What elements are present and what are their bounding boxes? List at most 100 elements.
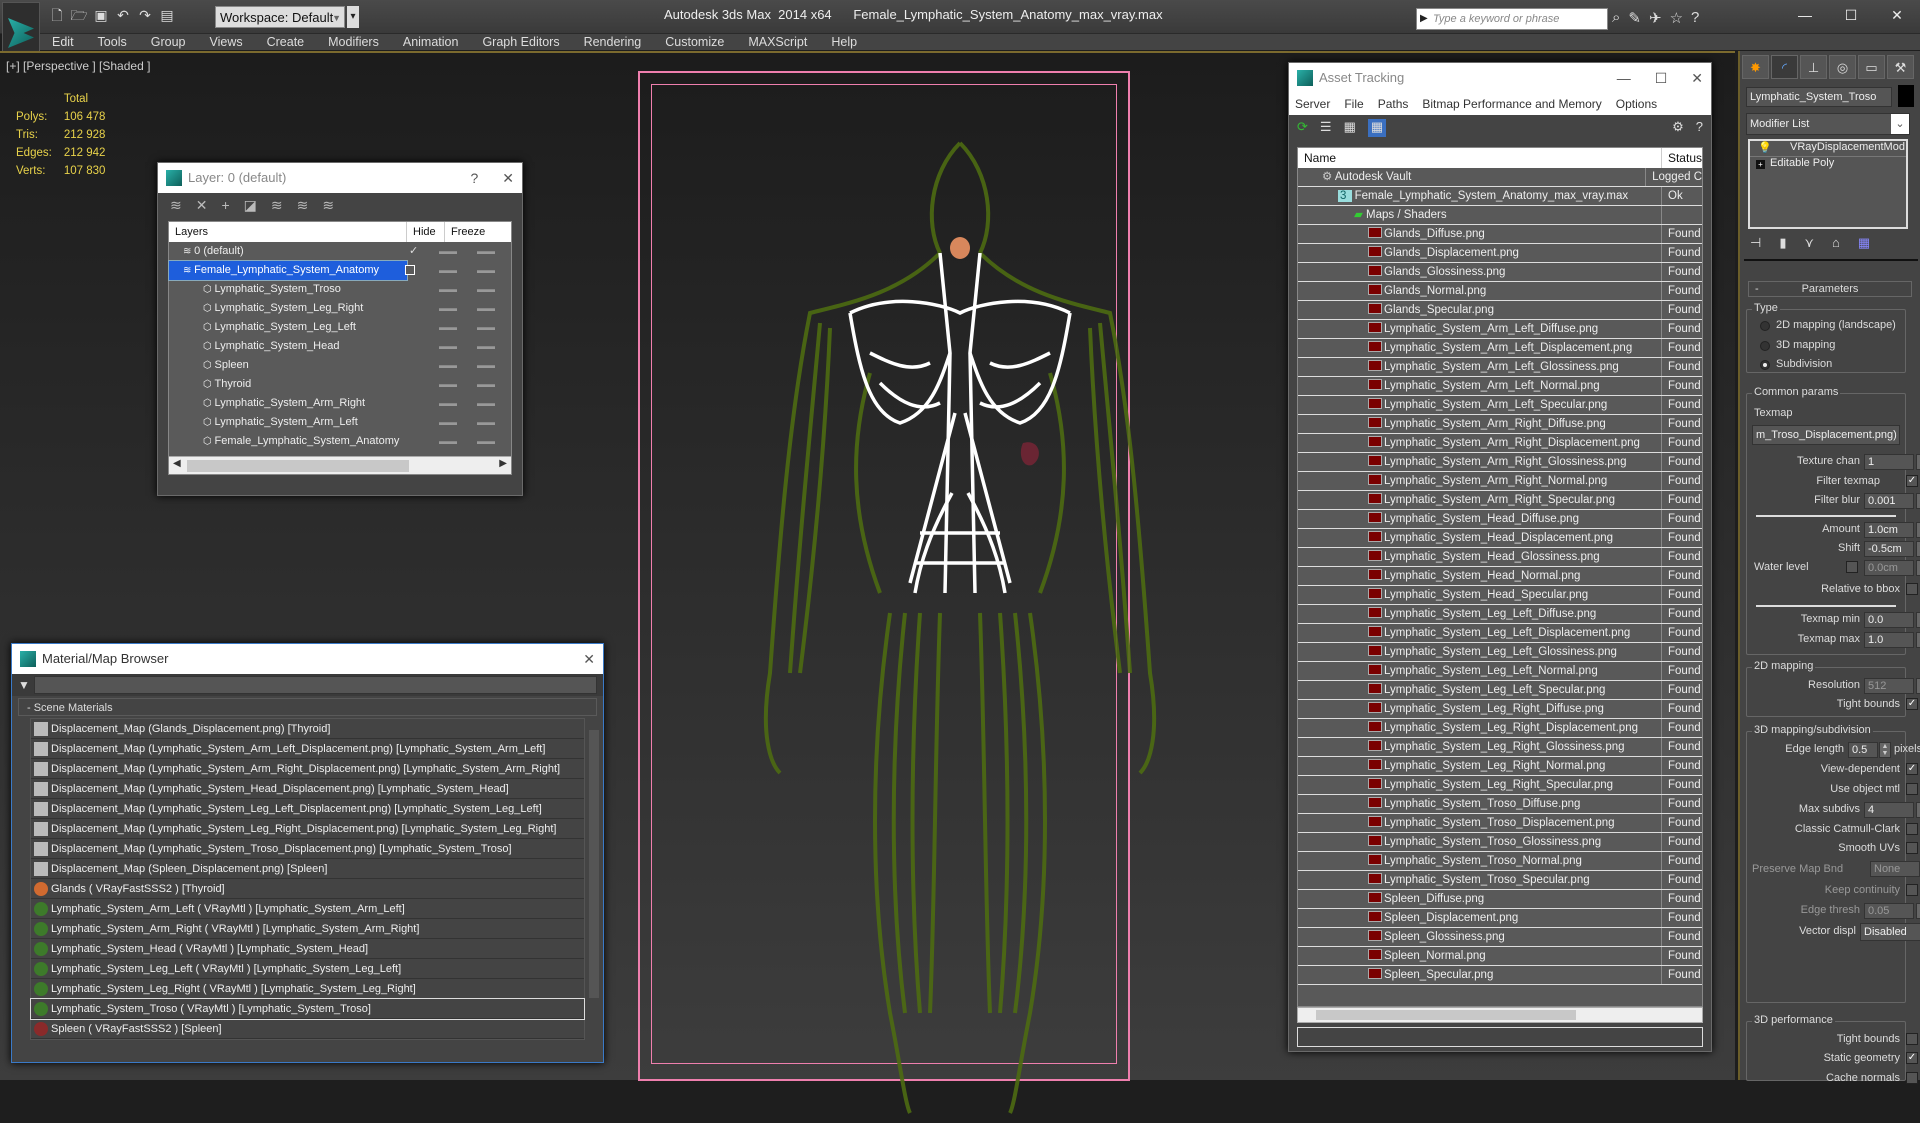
maximize-button[interactable]: ☐	[1655, 63, 1668, 93]
asset-row[interactable]: ⚙ Autodesk Vault Logged C	[1298, 168, 1702, 187]
asset-row[interactable]: Glands_Glossiness.png Found	[1298, 263, 1702, 282]
asset-row[interactable]: Lymphatic_System_Arm_Right_Specular.png F…	[1298, 491, 1702, 510]
scrollbar-thumb[interactable]	[187, 460, 409, 472]
asset-row[interactable]: Lymphatic_System_Leg_Right_Diffuse.png Fo…	[1298, 700, 1702, 719]
layer-dialog-titlebar[interactable]: Layer: 0 (default) ? ✕	[158, 163, 522, 193]
shift-spinner[interactable]: ▲▼	[1916, 541, 1920, 557]
configure-sets-icon[interactable]: ▦	[1858, 235, 1870, 251]
save-icon[interactable]: ▣	[92, 6, 110, 24]
asset-row[interactable]: Glands_Normal.png Found	[1298, 282, 1702, 301]
asset-row[interactable]: Lymphatic_System_Arm_Left_Glossiness.png…	[1298, 358, 1702, 377]
radio-3d-mapping[interactable]	[1760, 341, 1770, 351]
resolution-input[interactable]: 512	[1864, 678, 1914, 694]
parameters-rollout-header[interactable]: - Parameters	[1748, 281, 1912, 297]
horizontal-scrollbar[interactable]: ◀ ▶	[169, 456, 511, 474]
material-item[interactable]: Displacement_Map (Spleen_Displacement.pn…	[31, 859, 584, 879]
texmap-max-spinner[interactable]: ▲▼	[1916, 632, 1920, 648]
hide-toggle[interactable]: ▬▬	[439, 261, 457, 280]
menu-animation[interactable]: Animation	[391, 35, 471, 49]
menu-create[interactable]: Create	[255, 35, 317, 49]
freeze-toggle[interactable]: ▬▬	[477, 375, 495, 394]
subscription-icon[interactable]: ✎	[1628, 9, 1641, 27]
filter-texmap-checkbox[interactable]: ✓	[1906, 475, 1918, 487]
asset-row[interactable]: Lymphatic_System_Arm_Left_Specular.png Fo…	[1298, 396, 1702, 415]
texmap-min-spinner[interactable]: ▲▼	[1916, 612, 1920, 628]
tree-view-icon[interactable]: ▦	[1344, 119, 1356, 137]
close-button[interactable]: ✕	[1691, 63, 1703, 93]
menu-bitmap-performance[interactable]: Bitmap Performance and Memory	[1422, 93, 1601, 115]
asset-row[interactable]: Lymphatic_System_Troso_Glossiness.png Fou…	[1298, 833, 1702, 852]
motion-tab-icon[interactable]: ◎	[1829, 55, 1856, 79]
menu-tools[interactable]: Tools	[86, 35, 139, 49]
viewport-label[interactable]: [+] [Perspective ] [Shaded ]	[6, 59, 150, 73]
new-layer-icon[interactable]: ≋	[170, 197, 182, 215]
freeze-toggle[interactable]: ▬▬	[477, 261, 495, 280]
asset-row[interactable]: Lymphatic_System_Leg_Right_Displacement.…	[1298, 719, 1702, 738]
select-objects-icon[interactable]: ◪	[244, 197, 257, 215]
asset-row[interactable]: Lymphatic_System_Troso_Specular.png Found	[1298, 871, 1702, 890]
hide-toggle[interactable]: ▬▬	[439, 337, 457, 356]
help-search-input[interactable]: ▶ Type a keyword or phrase	[1416, 8, 1608, 30]
asset-row[interactable]: Glands_Displacement.png Found	[1298, 244, 1702, 263]
asset-row[interactable]: Lymphatic_System_Leg_Right_Normal.png Fou…	[1298, 757, 1702, 776]
edge-thresh-input[interactable]: 0.05	[1864, 903, 1914, 919]
asset-row[interactable]: Lymphatic_System_Head_Diffuse.png Found	[1298, 510, 1702, 529]
max-subdivs-input[interactable]: 4	[1864, 802, 1914, 818]
material-search-input[interactable]	[33, 676, 597, 694]
material-item[interactable]: Displacement_Map (Lymphatic_System_Leg_R…	[31, 819, 584, 839]
current-layer-checkmark-icon[interactable]: ✓	[409, 242, 418, 261]
layer-row[interactable]: ⬡ Female_Lymphatic_System_Anatomy ▬▬ ▬▬	[169, 432, 511, 451]
hide-toggle[interactable]: ▬▬	[439, 432, 457, 451]
asset-row[interactable]: 3 Female_Lymphatic_System_Anatomy_max_vr…	[1298, 187, 1702, 206]
customize-toolbar-button[interactable]: ▾	[347, 6, 359, 28]
material-item[interactable]: Displacement_Map (Lymphatic_System_Arm_L…	[31, 739, 584, 759]
select-layer-icon[interactable]: ≋	[271, 197, 283, 215]
material-item[interactable]: Spleen ( VRayFastSSS2 ) [Spleen]	[31, 1019, 584, 1039]
asset-row[interactable]: Lymphatic_System_Head_Normal.png Found	[1298, 567, 1702, 586]
edge-length-input[interactable]: 0.5	[1848, 742, 1878, 758]
material-item[interactable]: Displacement_Map (Glands_Displacement.pn…	[31, 719, 584, 739]
modify-tab-icon[interactable]: ◜	[1771, 55, 1798, 79]
menu-help[interactable]: Help	[819, 35, 869, 49]
close-button[interactable]: ✕	[1874, 0, 1920, 30]
project-folder-icon[interactable]: ▤	[158, 6, 176, 24]
water-level-input[interactable]: 0.0cm	[1864, 560, 1914, 576]
hide-toggle[interactable]: ▬▬	[439, 242, 457, 261]
layer-row[interactable]: ⬡ Lymphatic_System_Head ▬▬ ▬▬	[169, 337, 511, 356]
make-unique-icon[interactable]: ⋎	[1804, 235, 1814, 251]
asset-row[interactable]: Lymphatic_System_Head_Displacement.png Fo…	[1298, 529, 1702, 548]
asset-row[interactable]: Lymphatic_System_Head_Specular.png Found	[1298, 586, 1702, 605]
layer-row[interactable]: ⬡ Spleen ▬▬ ▬▬	[169, 356, 511, 375]
material-item[interactable]: Displacement_Map (Lymphatic_System_Head_…	[31, 779, 584, 799]
redo-icon[interactable]: ↷	[136, 6, 154, 24]
max-subdivs-spinner[interactable]: ▲▼	[1916, 802, 1920, 818]
material-item[interactable]: Displacement_Map (Lymphatic_System_Arm_R…	[31, 759, 584, 779]
freeze-toggle[interactable]: ▬▬	[477, 242, 495, 261]
menu-paths[interactable]: Paths	[1378, 93, 1409, 115]
freeze-toggle[interactable]: ▬▬	[477, 299, 495, 318]
layer-row[interactable]: ⬡ Lymphatic_System_Leg_Right ▬▬ ▬▬	[169, 299, 511, 318]
pin-stack-icon[interactable]: ⊣	[1750, 235, 1761, 251]
asset-row[interactable]: Spleen_Displacement.png Found	[1298, 909, 1702, 928]
asset-row[interactable]: Lymphatic_System_Leg_Left_Normal.png Foun…	[1298, 662, 1702, 681]
asset-row[interactable]: Lymphatic_System_Arm_Right_Glossiness.pn…	[1298, 453, 1702, 472]
texmap-button[interactable]: m_Troso_Displacement.png)	[1752, 425, 1900, 445]
freeze-toggle[interactable]: ▬▬	[477, 337, 495, 356]
material-item[interactable]: Lymphatic_System_Troso ( VRayMtl ) [Lymp…	[30, 998, 585, 1020]
column-hide[interactable]: Hide	[407, 222, 445, 242]
filter-blur-spinner[interactable]: ▲▼	[1916, 493, 1920, 509]
help-button[interactable]: ?	[470, 163, 478, 193]
asset-row[interactable]: Spleen_Diffuse.png Found	[1298, 890, 1702, 909]
list-view-icon[interactable]: ☰	[1320, 119, 1332, 137]
asset-row[interactable]: Lymphatic_System_Arm_Left_Diffuse.png Fou…	[1298, 320, 1702, 339]
asset-row[interactable]: Lymphatic_System_Troso_Displacement.png F…	[1298, 814, 1702, 833]
new-file-icon[interactable]: 🗋	[48, 6, 66, 24]
minimize-button[interactable]: —	[1617, 63, 1631, 93]
edge-thresh-spinner[interactable]: ▲▼	[1916, 903, 1920, 919]
menu-options[interactable]: Options	[1616, 93, 1657, 115]
hide-toggle[interactable]: ▬▬	[439, 356, 457, 375]
asset-row[interactable]: Spleen_Glossiness.png Found	[1298, 928, 1702, 947]
asset-row[interactable]: Lymphatic_System_Leg_Left_Diffuse.png Fou…	[1298, 605, 1702, 624]
asset-row[interactable]: Lymphatic_System_Leg_Left_Displacement.p…	[1298, 624, 1702, 643]
asset-row[interactable]: Lymphatic_System_Arm_Right_Displacement.…	[1298, 434, 1702, 453]
